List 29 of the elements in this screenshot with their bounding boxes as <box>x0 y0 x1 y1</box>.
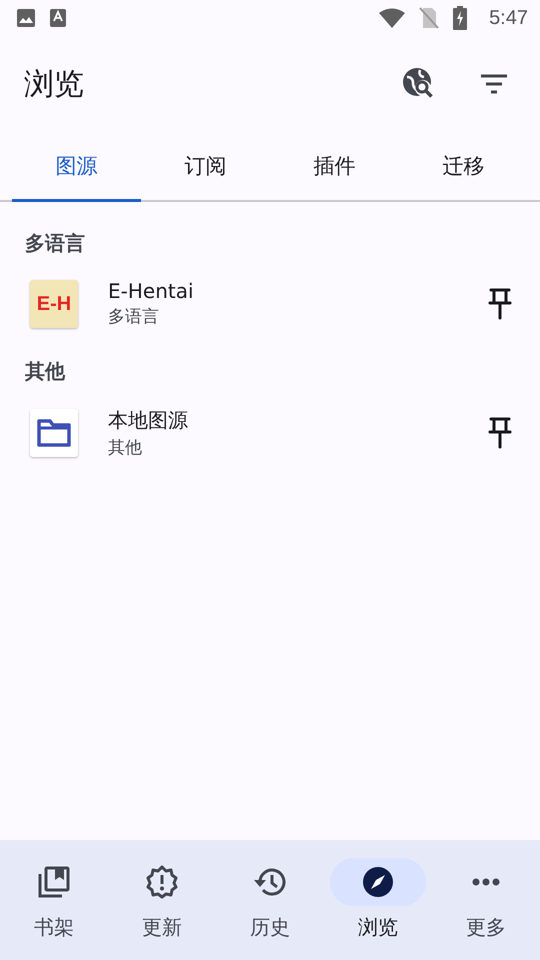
clock-time: 5:47 <box>489 6 528 30</box>
tab[interactable]: 订阅 <box>141 132 270 202</box>
section-header: 其他 <box>24 358 66 385</box>
filter-icon <box>480 72 508 96</box>
nav-tab[interactable]: 更多 <box>432 840 540 960</box>
source-language: 多语言 <box>108 306 160 328</box>
tab[interactable]: 插件 <box>270 132 399 202</box>
books-icon <box>37 865 71 899</box>
more-icon <box>471 877 501 887</box>
page-title: 浏览 <box>24 66 85 104</box>
text-icon <box>50 9 66 27</box>
tab[interactable]: 图源 <box>12 132 141 202</box>
section-header: 多语言 <box>24 230 86 257</box>
nav-tab[interactable]: 书架 <box>0 840 108 960</box>
folder-icon <box>37 419 71 447</box>
tab[interactable]: 迁移 <box>399 132 528 202</box>
nav-tab[interactable]: 历史 <box>216 840 324 960</box>
wifi-icon <box>379 8 406 28</box>
source-name: 本地图源 <box>108 407 189 434</box>
alert-badge-icon <box>145 865 179 899</box>
no-sim-icon <box>419 7 440 29</box>
source-logo: E-H <box>30 280 78 328</box>
source-name: E-Hentai <box>108 279 195 303</box>
compass-icon <box>361 865 395 899</box>
image-icon <box>16 8 36 28</box>
nav-tab[interactable]: 浏览 <box>324 840 432 960</box>
battery-charging-icon <box>453 6 468 30</box>
nav-tab[interactable]: 更新 <box>108 840 216 960</box>
source-language: 其他 <box>108 437 143 459</box>
